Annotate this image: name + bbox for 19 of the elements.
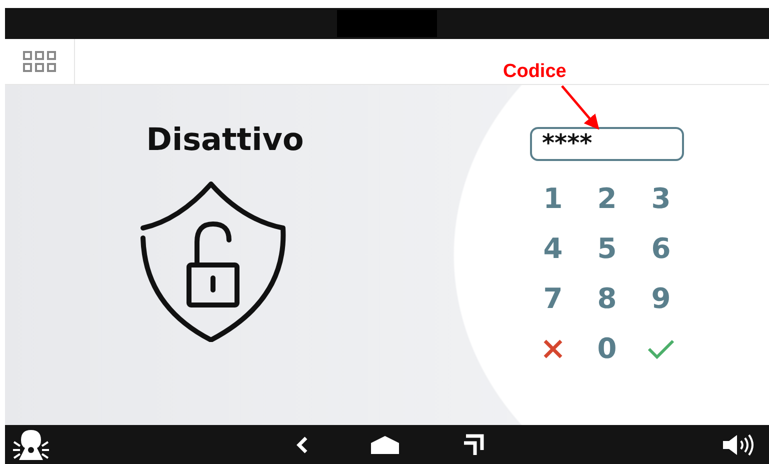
intercom-person-icon[interactable] [13,428,49,462]
home-icon[interactable] [370,434,400,454]
digit-key[interactable]: 7 [526,274,580,324]
digit-key[interactable]: 4 [526,224,580,274]
back-icon[interactable] [296,436,308,454]
digit-key[interactable]: 9 [634,274,688,324]
digit-key[interactable]: 0 [580,324,634,374]
status-text: Disattivo [146,121,304,160]
digit-key[interactable]: 6 [634,224,688,274]
digit-key[interactable]: 2 [580,174,634,224]
digit-key[interactable]: 3 [634,174,688,224]
code-input-field[interactable]: **** [530,127,684,161]
shield-unlocked-icon [139,180,287,342]
apps-grid-icon[interactable] [22,50,56,72]
digit-key[interactable]: 1 [526,174,580,224]
digit-key[interactable]: 8 [580,274,634,324]
recent-apps-icon[interactable] [462,434,484,456]
annotation-label: Codice [503,60,566,84]
digit-key[interactable]: 5 [580,224,634,274]
